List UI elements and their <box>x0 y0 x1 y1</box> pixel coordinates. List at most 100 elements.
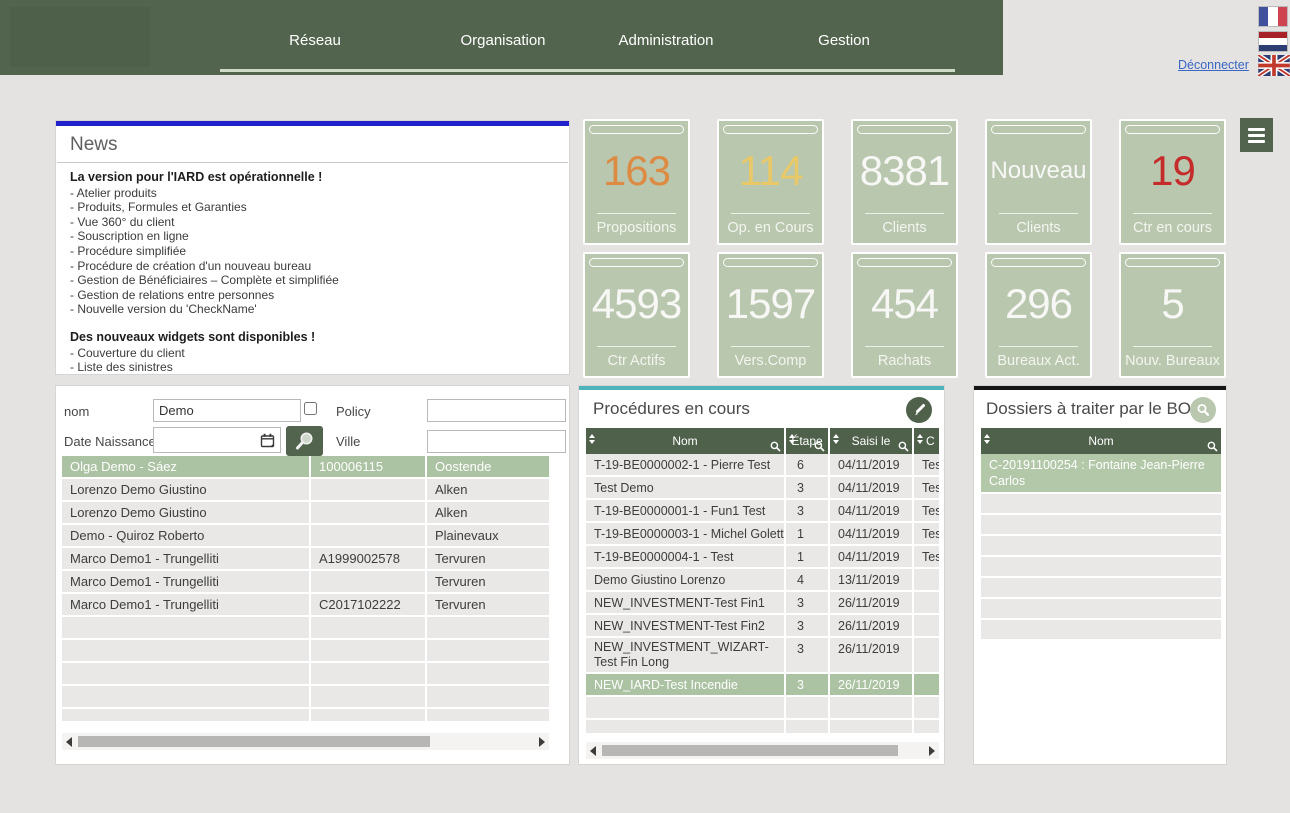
ville-label: Ville <box>336 434 360 449</box>
logout-link[interactable]: Déconnecter <box>1178 58 1249 72</box>
stat-value: 4593 <box>585 276 688 332</box>
stat-tile-contrats-actifs[interactable]: 4593 Ctr Actifs <box>583 252 690 378</box>
uk-flag-icon[interactable] <box>1258 55 1290 76</box>
table-row[interactable]: Lorenzo Demo Giustino Alken <box>62 502 549 525</box>
stat-tile-nouveau-clients[interactable]: Nouveau Clients <box>985 119 1092 245</box>
scrollbar-thumb[interactable] <box>78 736 430 747</box>
filter-search-icon[interactable] <box>898 441 909 452</box>
table-row[interactable]: NEW_IARD-Test Incendie 3 26/11/2019 <box>586 674 939 697</box>
table-row[interactable]: NEW_INVESTMENT_WIZART-Test Fin Long 3 26… <box>586 638 939 674</box>
stat-label: Op. en Cours <box>719 220 822 236</box>
date-naissance-input[interactable] <box>154 428 254 452</box>
hamburger-menu-icon[interactable] <box>1240 118 1273 152</box>
table-row[interactable]: T-19-BE0000002-1 - Pierre Test 6 04/11/2… <box>586 454 939 477</box>
table-row[interactable]: Marco Demo1 - Trungelliti C2017102222 Te… <box>62 594 549 617</box>
news-heading: Des nouveaux widgets sont disponibles ! <box>70 330 555 345</box>
sort-icon[interactable] <box>589 434 595 444</box>
table-row[interactable]: Marco Demo1 - Trungelliti Tervuren <box>62 571 549 594</box>
search-checkbox[interactable] <box>304 402 317 415</box>
table-row[interactable]: Demo - Quiroz Roberto Plainevaux <box>62 525 549 548</box>
procedures-accent-bar <box>578 385 945 390</box>
policy-label: Policy <box>336 404 371 419</box>
date-naissance-field[interactable] <box>153 427 281 453</box>
table-header: Nom Étape Saisi le C <box>586 428 939 454</box>
nom-input[interactable] <box>153 399 301 422</box>
france-flag-icon[interactable] <box>1258 6 1288 27</box>
stat-value: 454 <box>853 276 956 332</box>
stat-tile-rachats[interactable]: 454 Rachats <box>851 252 958 378</box>
nav-item-administration[interactable]: Administration <box>618 32 713 49</box>
filter-search-icon[interactable] <box>770 441 781 452</box>
stat-value: 8381 <box>853 143 956 199</box>
filter-search-icon[interactable] <box>814 441 825 452</box>
client-results-table: Olga Demo - Sáez 100006115 Oostende Lore… <box>62 456 549 723</box>
search-icon[interactable] <box>1190 397 1216 423</box>
news-item: - Gestion de Bénéficiaires – Complète et… <box>70 273 555 288</box>
table-row[interactable]: NEW_INVESTMENT-Test Fin1 3 26/11/2019 <box>586 592 939 615</box>
table-row[interactable]: Olga Demo - Sáez 100006115 Oostende <box>62 456 549 479</box>
table-row[interactable]: T-19-BE0000004-1 - Test 1 04/11/2019 Tes <box>586 546 939 569</box>
stat-tile-versements-comp[interactable]: 1597 Vers.Comp <box>717 252 824 378</box>
search-icon <box>294 430 316 452</box>
search-button[interactable] <box>286 426 323 456</box>
stat-tile-propositions[interactable]: 163 Propositions <box>583 119 690 245</box>
stat-tile-operations-en-cours[interactable]: 114 Op. en Cours <box>717 119 824 245</box>
stat-tile-bureaux-actifs[interactable]: 296 Bureaux Act. <box>985 252 1092 378</box>
calendar-icon[interactable] <box>260 433 275 448</box>
column-header-nom[interactable]: Nom <box>981 428 1221 454</box>
news-panel: News La version pour l'IARD est opératio… <box>55 120 570 375</box>
dossiers-title: Dossiers à traiter par le BO <box>986 399 1191 419</box>
horizontal-scrollbar[interactable] <box>62 733 549 750</box>
policy-input[interactable] <box>427 399 566 422</box>
scroll-left-icon[interactable] <box>590 746 596 756</box>
table-row[interactable]: Marco Demo1 - Trungelliti A1999002578 Te… <box>62 548 549 571</box>
empty-table-row <box>981 557 1221 578</box>
table-row[interactable]: C-20191100254 : Fontaine Jean-Pierre Car… <box>981 454 1221 494</box>
column-header-clipped[interactable]: C <box>912 428 939 454</box>
news-item: - Procédure de création d'un nouveau bur… <box>70 259 555 274</box>
logo-placeholder <box>10 7 150 67</box>
filter-search-icon[interactable] <box>1207 441 1218 452</box>
empty-table-row <box>62 617 549 640</box>
edit-icon[interactable] <box>906 397 932 423</box>
news-title: News <box>70 134 555 156</box>
scroll-right-icon[interactable] <box>929 746 935 756</box>
top-navbar: Réseau Organisation Administration Gesti… <box>0 0 1003 75</box>
news-item: - Gestion de relations entre personnes <box>70 288 555 303</box>
horizontal-scrollbar[interactable] <box>586 742 939 759</box>
scroll-left-icon[interactable] <box>66 737 72 747</box>
sort-icon[interactable] <box>917 434 923 444</box>
nav-item-reseau[interactable]: Réseau <box>289 32 341 49</box>
table-row[interactable]: Test Demo 3 04/11/2019 Tes <box>586 477 939 500</box>
stat-label: Ctr en cours <box>1121 220 1224 236</box>
sort-icon[interactable] <box>984 434 990 444</box>
column-header-saisi-le[interactable]: Saisi le <box>828 428 912 454</box>
stat-label: Nouv. Bureaux <box>1121 353 1224 369</box>
stat-label: Propositions <box>585 220 688 236</box>
stat-value: Nouveau <box>987 143 1090 199</box>
scrollbar-thumb[interactable] <box>602 745 898 756</box>
ville-input[interactable] <box>427 430 566 453</box>
column-header-nom[interactable]: Nom <box>586 428 784 454</box>
nav-item-gestion[interactable]: Gestion <box>818 32 870 49</box>
dossiers-panel: Dossiers à traiter par le BO Nom C-20191… <box>973 385 1227 765</box>
nav-item-organisation[interactable]: Organisation <box>460 32 545 49</box>
table-row[interactable]: Lorenzo Demo Giustino Alken <box>62 479 549 502</box>
table-row[interactable]: T-19-BE0000001-1 - Fun1 Test 3 04/11/201… <box>586 500 939 523</box>
stat-tile-contrats-en-cours[interactable]: 19 Ctr en cours <box>1119 119 1226 245</box>
stat-tile-clients[interactable]: 8381 Clients <box>851 119 958 245</box>
table-row[interactable]: Demo Giustino Lorenzo 4 13/11/2019 <box>586 569 939 592</box>
sort-icon[interactable] <box>833 434 839 444</box>
empty-table-row <box>981 536 1221 557</box>
stat-value: 5 <box>1121 276 1224 332</box>
table-row[interactable]: NEW_INVESTMENT-Test Fin2 3 26/11/2019 <box>586 615 939 638</box>
stat-label: Bureaux Act. <box>987 353 1090 369</box>
stat-tile-nouveaux-bureaux[interactable]: 5 Nouv. Bureaux <box>1119 252 1226 378</box>
scroll-right-icon[interactable] <box>539 737 545 747</box>
column-header-etape[interactable]: Étape <box>784 428 828 454</box>
table-row[interactable]: T-19-BE0000003-1 - Michel Golett 1 04/11… <box>586 523 939 546</box>
uk-flag-svg <box>1258 55 1290 76</box>
sort-icon[interactable] <box>789 434 795 444</box>
netherlands-flag-icon[interactable] <box>1258 31 1288 52</box>
procedures-table: Nom Étape Saisi le C T-19-BE0000002-1 - … <box>586 428 939 735</box>
